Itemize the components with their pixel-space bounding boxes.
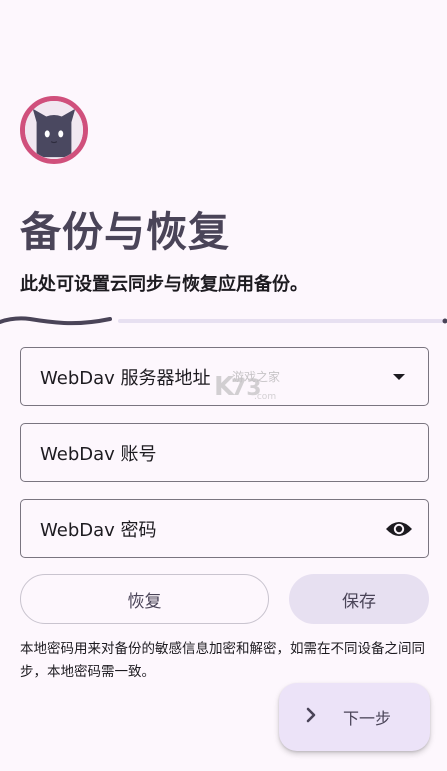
avatar: [20, 96, 88, 164]
eye-icon[interactable]: [384, 514, 414, 544]
server-address-placeholder: WebDav 服务器地址: [40, 367, 211, 389]
page-title: 备份与恢复: [20, 208, 230, 256]
restore-button-label: 恢复: [127, 591, 162, 612]
cat-avatar-icon: [25, 101, 83, 159]
dropdown-arrow-icon[interactable]: [384, 362, 414, 392]
next-step-button[interactable]: 下一步: [279, 683, 430, 751]
account-placeholder: WebDav 账号: [40, 443, 157, 465]
step-progress-indicator: [0, 316, 447, 326]
server-address-dropdown[interactable]: WebDav 服务器地址: [20, 347, 429, 406]
save-button-label: 保存: [342, 591, 376, 612]
account-field[interactable]: WebDav 账号: [20, 423, 429, 482]
chevron-right-icon: [305, 707, 317, 727]
next-step-label: 下一步: [343, 709, 392, 728]
restore-button[interactable]: 恢复: [20, 574, 269, 624]
password-field[interactable]: WebDav 密码: [20, 499, 429, 558]
save-button[interactable]: 保存: [289, 574, 429, 624]
local-password-note: 本地密码用来对备份的敏感信息加密和解密，如需在不同设备之间同步，本地密码需一致。: [20, 641, 425, 680]
page-subtitle: 此处可设置云同步与恢复应用备份。: [20, 274, 308, 295]
password-placeholder: WebDav 密码: [40, 519, 157, 541]
